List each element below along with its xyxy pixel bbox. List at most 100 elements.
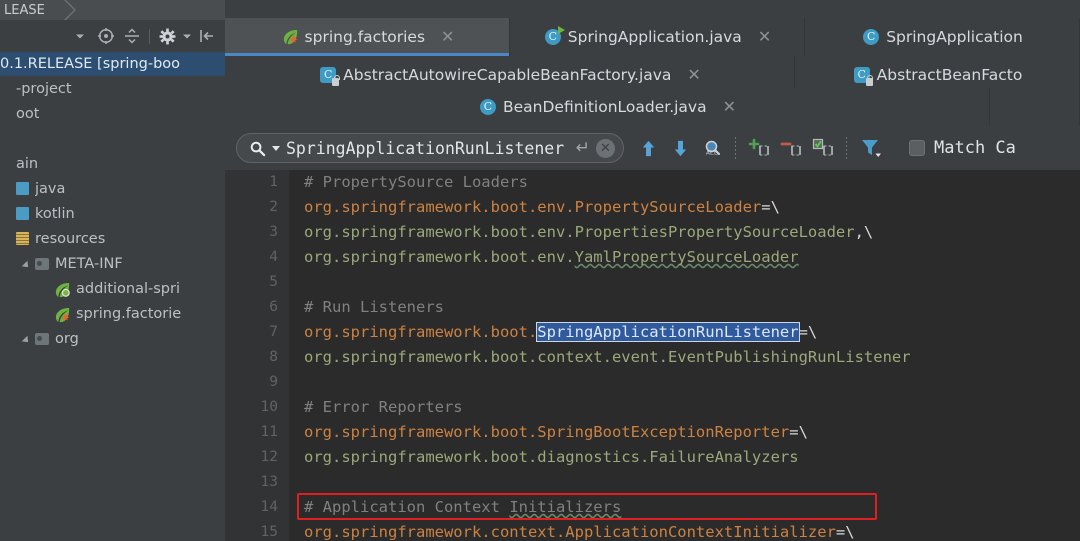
code-line[interactable]: org.springframework.boot.env.PropertySou… [304,195,1080,220]
line-number: 3 [269,224,278,240]
tree-twisty-icon[interactable] [23,258,35,270]
tree-item-blank-2[interactable] [0,126,225,151]
editor-tab-label: spring.factories [304,28,426,46]
remove-occurrence-icon[interactable] [776,133,806,163]
code-line[interactable]: org.springframework.boot.context.event.E… [304,345,1080,370]
code-line[interactable]: org.springframework.boot.diagnostics.Fai… [304,445,1080,470]
clear-icon[interactable]: ✕ [596,138,615,158]
match-case-option[interactable]: Match Ca [889,138,1016,158]
search-chevron-down-icon[interactable] [272,145,280,151]
line-number: 6 [269,299,278,315]
match-case-checkbox[interactable] [909,140,925,156]
code-token: =\ [761,198,780,216]
tree-item-label: ain [16,155,39,172]
code-line[interactable]: org.springframework.boot.env.YamlPropert… [304,245,1080,270]
code-token: # Run Listeners [304,298,444,316]
line-number: 5 [269,274,278,290]
code-token: org.springframework.boot.env. [304,248,575,266]
code-line[interactable]: org.springframework.boot.env.PropertiesP… [304,220,1080,245]
code-line[interactable] [304,270,1080,295]
tree-item-label: spring.factorie [76,305,182,322]
code-editor[interactable]: 1 2 3 4 5 6 7 8 9 10 11 12 13 14 15 # PropertySource L… [225,170,1080,541]
editor-tab-springapplication-java[interactable]: C SpringApplication.java ✕ [510,18,805,56]
code-line[interactable]: org.springframework.context.ApplicationC… [304,520,1080,541]
code-line[interactable] [304,470,1080,495]
settings-gear-icon[interactable] [155,24,179,48]
code-line[interactable]: # Run Listeners [304,295,1080,320]
selected-text: SpringApplicationRunListener [536,322,800,342]
tree-item-label: java [35,180,66,197]
search-query-text[interactable]: SpringApplicationRunListener [286,139,570,158]
tree-item-label: -project [16,80,72,97]
tree-item-java[interactable]: java [0,176,225,201]
editor-tab-label: AbstractBeanFacto [876,66,1023,84]
toolbar-separator [149,28,150,44]
code-line[interactable]: org.springframework.boot.SpringApplicati… [304,320,1080,345]
close-icon[interactable]: ✕ [441,29,454,45]
class-locked-icon: C [320,66,340,86]
close-icon[interactable]: ✕ [723,99,736,115]
tree-item-resources[interactable]: resources [0,226,225,251]
tree-selected-row[interactable]: 0.1.RELEASE [spring-boo [0,52,225,76]
class-icon: C [479,98,497,116]
intellij-window: LEASE 0.1.RELEASE [spring-boo -project o… [0,0,1080,541]
chevron-down-icon[interactable] [68,24,92,48]
project-tree: -project oot ain java kotlin resources META-IN… [0,76,225,541]
add-occurrence-icon[interactable] [744,133,774,163]
tree-item-ain[interactable]: ain [0,151,225,176]
code-token: YamlPropertySourceLoader [574,248,799,266]
tree-item-spring-factorie[interactable]: spring.factorie [0,301,225,326]
tree-item-oot[interactable]: oot [0,101,225,126]
class-run-icon: C [544,25,565,46]
editor-area: spring.factories ✕ C SpringApplication.java… [225,0,1080,541]
code-line[interactable]: # Application Context Initializers [304,495,1080,520]
find-all-icon[interactable]: ALL [697,133,727,163]
spring-leaf-icon [282,29,299,46]
search-icon [249,140,266,157]
close-icon[interactable]: ✕ [758,29,771,45]
tree-item-org[interactable]: org [0,326,225,351]
tree-item-label: additional-spri [76,280,180,297]
code-line[interactable] [304,370,1080,395]
search-input[interactable]: SpringApplicationRunListener ↵ ✕ [236,133,624,163]
locate-icon[interactable] [94,24,118,48]
code-line[interactable]: # PropertySource Loaders [304,170,1080,195]
hide-panel-icon[interactable] [195,24,219,48]
find-next-arrow-icon[interactable] [665,133,695,163]
editor-tab-beandefinitionloader-java[interactable]: C BeanDefinitionLoader.java ✕ [225,88,990,126]
select-all-occurrences-icon[interactable] [808,133,838,163]
find-previous-arrow-icon[interactable] [633,133,663,163]
code-token: =\ [789,423,808,441]
tree-item--project[interactable]: -project [0,76,225,101]
code-content[interactable]: # PropertySource Loaders org.springframew… [289,170,1080,541]
line-number: 15 [260,524,278,540]
close-icon[interactable]: ✕ [687,67,700,83]
code-line[interactable]: org.springframework.boot.SpringBootExcep… [304,420,1080,445]
editor-tab-row-3: C BeanDefinitionLoader.java ✕ [225,88,1080,126]
collapse-all-icon[interactable] [120,24,144,48]
tree-item-meta-inf[interactable]: META-INF [0,251,225,276]
tree-item-label: resources [35,230,106,247]
code-token: # Error Reporters [304,398,463,416]
line-number: 12 [260,449,278,465]
code-token: org.springframework.boot.env.PropertiesP… [304,223,855,241]
gear-caret-icon[interactable] [181,24,193,48]
editor-tab-springapplication[interactable]: C SpringApplication [805,18,1080,56]
breadcrumb[interactable]: LEASE [0,0,51,20]
line-number: 10 [260,399,278,415]
tree-item-additional-spri[interactable]: additional-spri [0,276,225,301]
code-line[interactable]: # Error Reporters [304,395,1080,420]
code-token: org.springframework.boot.SpringBootExcep… [304,423,790,441]
project-panel-toolbar [0,20,225,52]
editor-tab-blank[interactable] [990,88,1080,126]
code-token: org.springframework.boot. [304,323,538,341]
filter-icon[interactable] [855,133,889,163]
code-token: org.springframework.boot.env.PropertySou… [304,198,762,216]
tree-item-kotlin[interactable]: kotlin [0,201,225,226]
tree-twisty-icon[interactable] [23,333,35,345]
svg-text:ALL: ALL [706,149,718,157]
editor-tab-spring-factories[interactable]: spring.factories ✕ [225,18,510,56]
code-token: org.springframework.boot.diagnostics.Fai… [304,448,799,466]
